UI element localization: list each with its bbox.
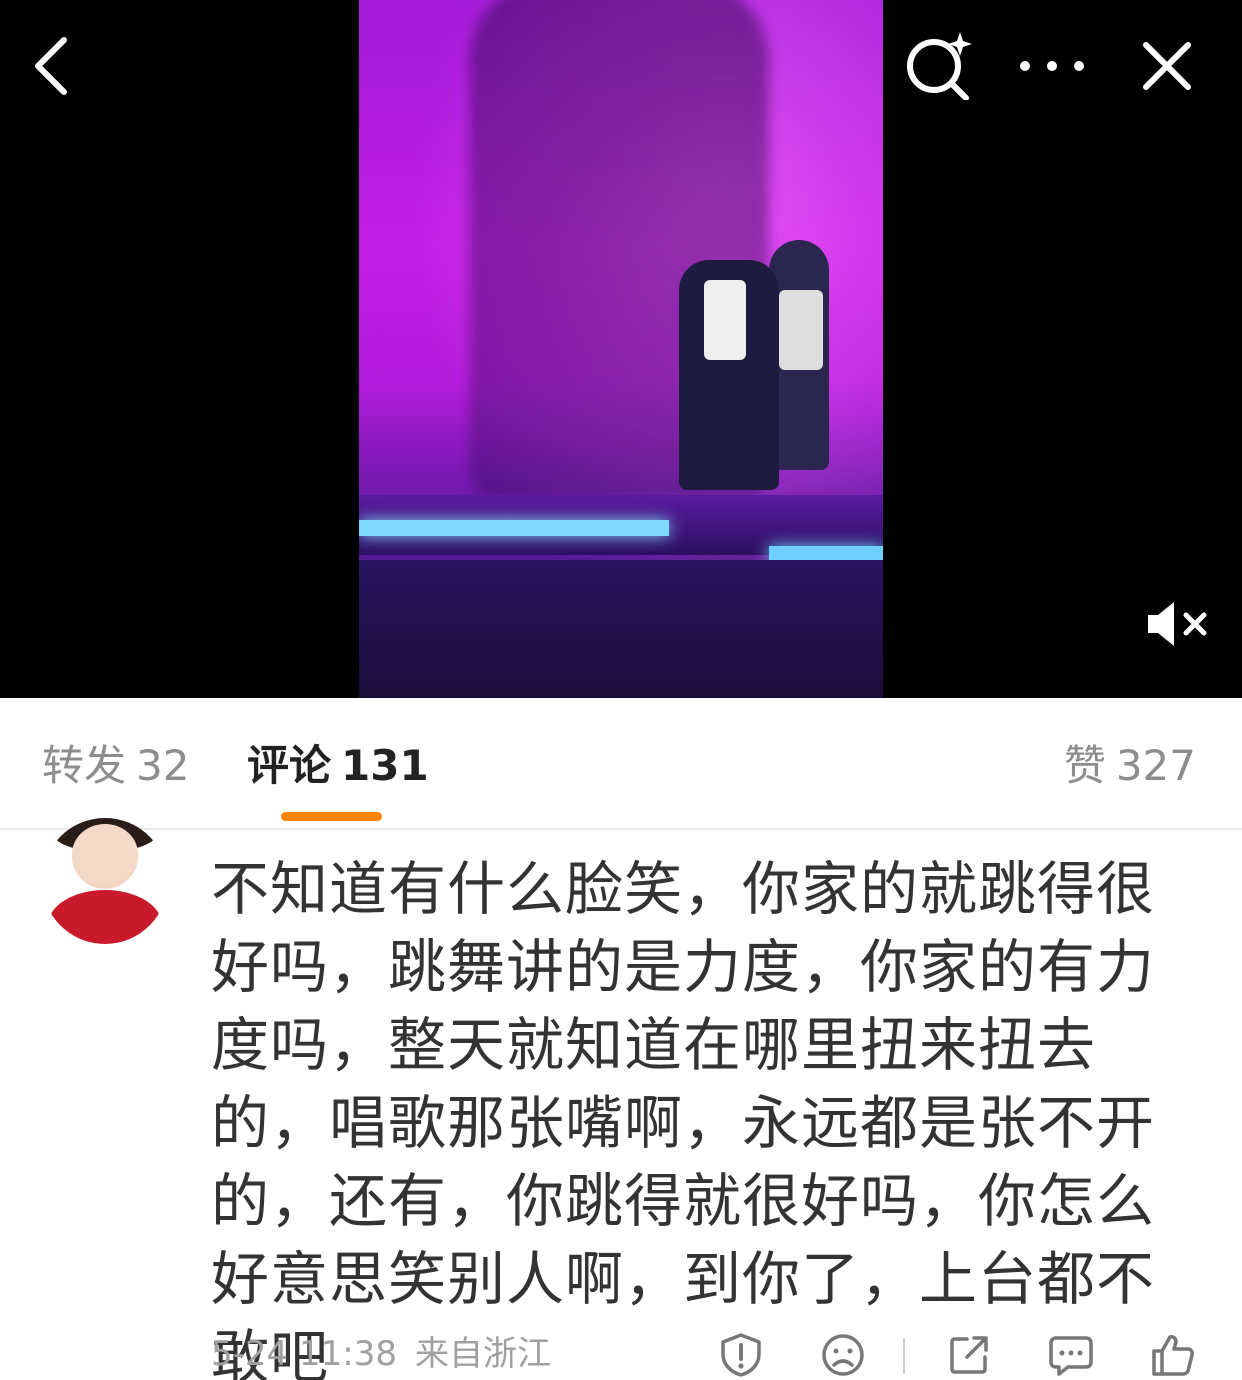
close-icon [1143,42,1191,90]
back-icon [35,37,67,95]
avatar[interactable] [42,818,168,944]
tab-comment[interactable]: 评论 131 [247,740,429,792]
comment-item: 不知道有什么脸笑，你家的就跳得很好吗，跳舞讲的是力度，你家的有力度吗，整天就知道… [0,818,1242,1380]
search-button[interactable] [898,24,978,104]
reply-icon [1049,1336,1093,1376]
mute-icon [1148,602,1207,646]
more-button[interactable] [1012,26,1092,106]
dancer-shirt [704,280,746,360]
close-button[interactable] [1127,26,1207,106]
tab-like[interactable]: 赞 327 [1064,740,1196,792]
action-divider [903,1338,905,1374]
share-button[interactable] [944,1330,994,1380]
tab-like-label: 赞 [1063,741,1106,790]
dislike-icon [822,1334,864,1376]
search-sparkle-icon [907,32,972,100]
dancer-shirt [779,290,823,370]
tab-repost[interactable]: 转发 32 [42,740,189,792]
comment-text: 不知道有什么脸笑，你家的就跳得很好吗，跳舞讲的是力度，你家的有力度吗，整天就知道… [211,855,1156,1380]
thumbs-up-icon [1152,1335,1194,1376]
tabs-bar: 转发 32 评论 131 赞 327 [0,698,1242,830]
more-icon [1020,61,1084,71]
comment-location: 来自浙江 [414,1334,551,1374]
dislike-button[interactable] [818,1330,868,1380]
reply-button[interactable] [1046,1330,1096,1380]
mute-button[interactable] [1140,592,1214,656]
video-frame[interactable] [359,0,883,698]
tab-repost-count: 32 [136,741,190,790]
tab-repost-label: 转发 [42,741,127,790]
crowd [359,560,883,698]
active-tab-indicator [281,812,382,821]
back-button[interactable] [12,26,92,106]
report-button[interactable] [716,1330,766,1380]
share-icon [950,1336,988,1374]
comment-time: 5-24 11:38 [211,1334,397,1374]
like-button[interactable] [1148,1330,1198,1380]
tab-like-count: 327 [1115,741,1196,790]
tab-comment-label: 评论 [247,741,332,790]
report-icon [721,1333,761,1377]
video-player[interactable] [0,0,1242,698]
tab-comment-count: 131 [341,741,429,790]
stage-light [359,520,669,536]
comment-meta: 5-24 11:38 来自浙江 [211,1334,551,1374]
